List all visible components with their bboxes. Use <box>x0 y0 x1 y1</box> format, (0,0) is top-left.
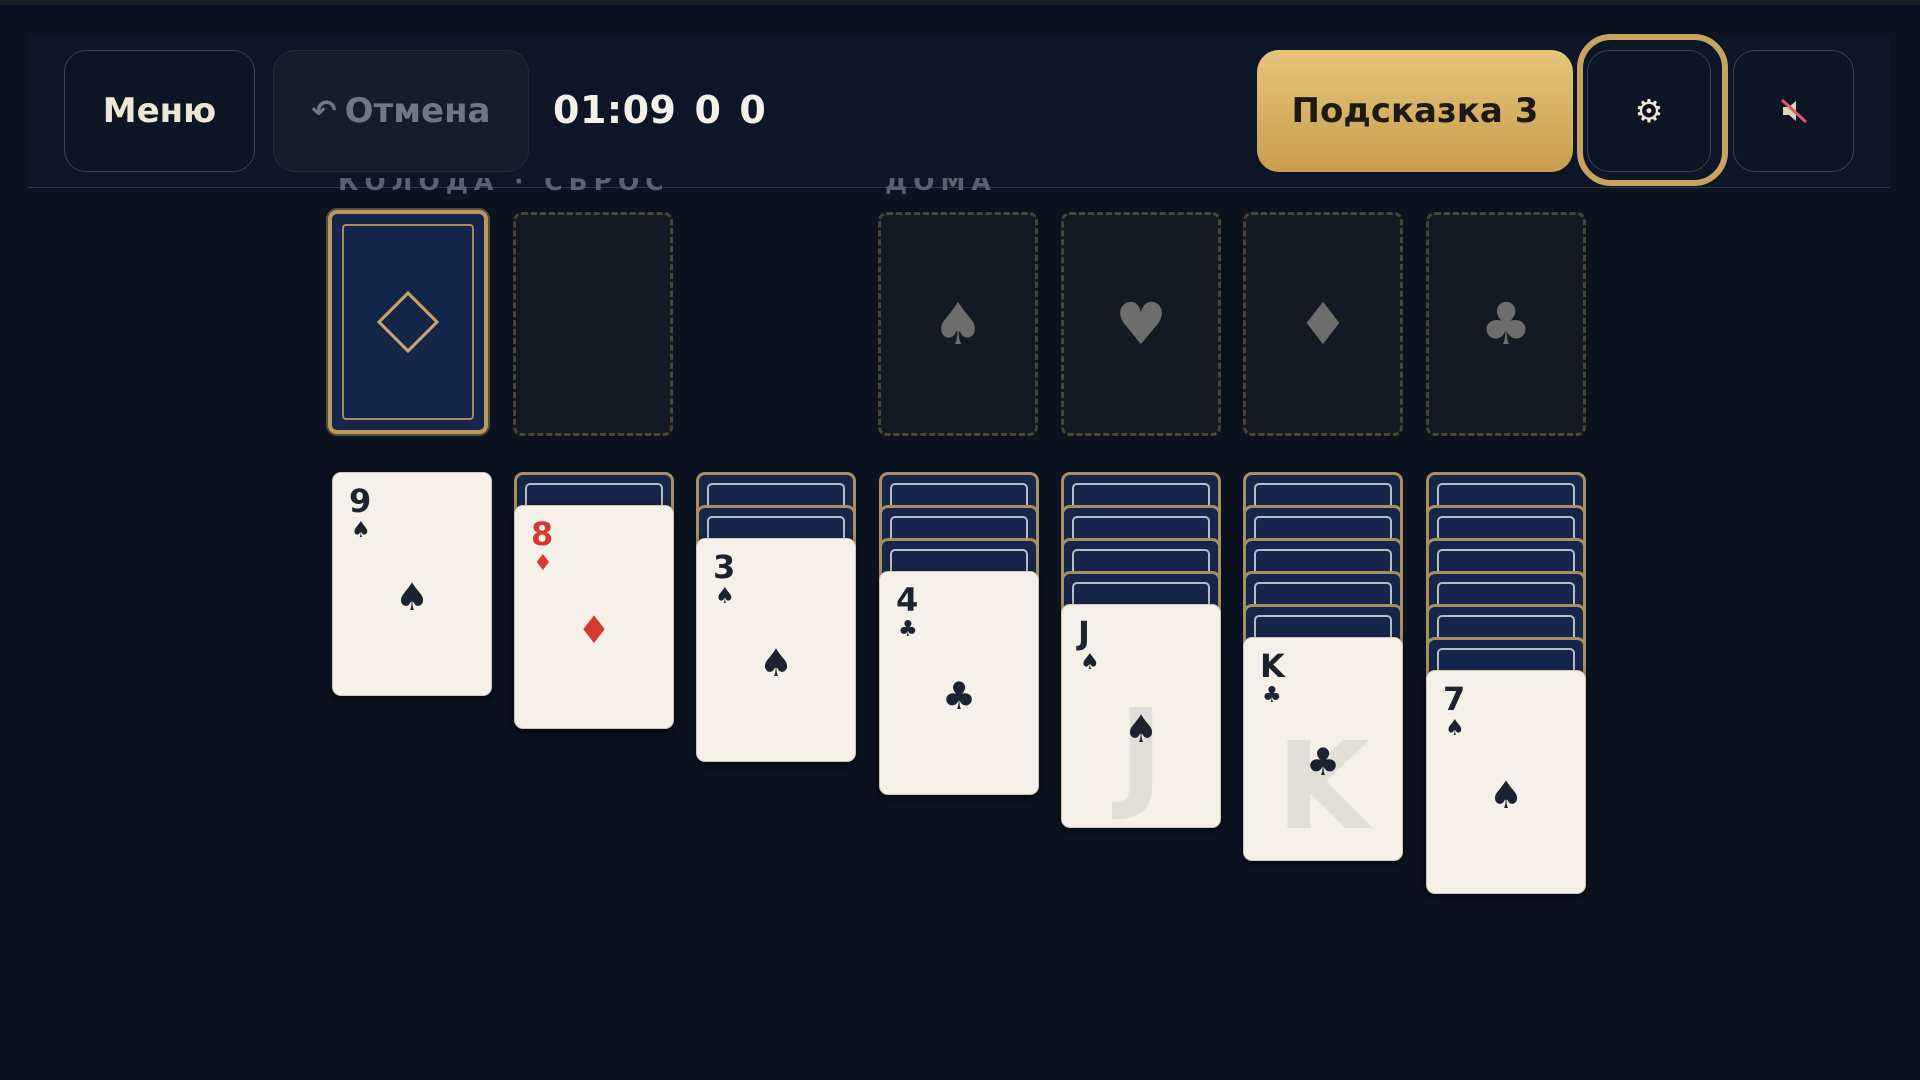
diamond-icon: ♦ <box>1297 290 1349 358</box>
club-icon: ♣ <box>1480 290 1532 358</box>
foundations-label: ДОМА <box>885 178 997 196</box>
card-suit-small-icon: ♠ <box>351 518 371 543</box>
card-suit-center-icon: ♣ <box>941 674 977 718</box>
card-suit-small-icon: ♦ <box>533 551 553 576</box>
settings-button[interactable]: ⚙ <box>1587 50 1711 172</box>
playing-card[interactable]: K K ♣ ♣ <box>1243 637 1403 861</box>
undo-icon: ↶ <box>311 93 337 129</box>
card-rank: 9 <box>349 482 372 520</box>
foundation-diamond[interactable]: ♦ <box>1243 212 1403 436</box>
card-suit-center-icon: ♣ <box>1305 740 1341 784</box>
card-suit-small-icon: ♠ <box>1080 650 1100 675</box>
playing-card[interactable]: 4 ♣ ♣ <box>879 571 1039 795</box>
menu-button-label: Меню <box>102 91 217 131</box>
card-rank: 3 <box>713 548 736 586</box>
card-suit-center-icon: ♦ <box>576 608 612 652</box>
card-suit-small-icon: ♠ <box>1445 716 1465 741</box>
foundation-heart[interactable]: ♥ <box>1061 212 1221 436</box>
playing-card[interactable]: 9 ♠ ♠ <box>332 472 492 696</box>
playing-card[interactable]: J J ♠ ♠ <box>1061 604 1221 828</box>
card-rank: K <box>1260 647 1285 685</box>
timer: 01:09 <box>553 88 677 132</box>
undo-button[interactable]: ↶ Отмена <box>273 50 529 172</box>
stock-pile[interactable] <box>328 210 488 434</box>
card-suit-center-icon: ♠ <box>1488 773 1524 817</box>
sound-toggle-button[interactable] <box>1733 50 1854 172</box>
card-suit-small-icon: ♠ <box>715 584 735 609</box>
menu-button[interactable]: Меню <box>64 50 255 172</box>
gear-icon: ⚙ <box>1634 92 1664 130</box>
card-suit-small-icon: ♣ <box>898 617 918 642</box>
hint-button[interactable]: Подсказка 3 <box>1257 50 1573 172</box>
window-top-edge <box>0 0 1920 5</box>
score-counter: 0 <box>739 88 767 132</box>
hint-button-label: Подсказка <box>1291 91 1503 131</box>
foundation-spade[interactable]: ♠ <box>878 212 1038 436</box>
heart-icon: ♥ <box>1115 290 1167 358</box>
game-status: 01:09 0 0 <box>553 88 784 132</box>
card-suit-small-icon: ♣ <box>1262 683 1282 708</box>
moves-counter: 0 <box>694 88 722 132</box>
playing-card[interactable]: 3 ♠ ♠ <box>696 538 856 762</box>
spade-icon: ♠ <box>932 290 984 358</box>
card-rank: 7 <box>1443 680 1466 718</box>
waste-pile-empty <box>513 212 673 436</box>
hint-count: 3 <box>1514 91 1539 131</box>
muted-speaker-icon <box>1780 98 1807 124</box>
card-rank: 4 <box>896 581 919 619</box>
card-suit-center-icon: ♠ <box>394 575 430 619</box>
card-suit-center-icon: ♠ <box>1123 707 1159 751</box>
undo-button-label: Отмена <box>344 91 491 131</box>
playing-card[interactable]: 8 ♦ ♦ <box>514 505 674 729</box>
card-suit-center-icon: ♠ <box>758 641 794 685</box>
card-rank: 8 <box>531 515 554 553</box>
stock-waste-label: КОЛОДА · СБРОС <box>338 178 670 196</box>
card-rank: J <box>1078 614 1090 652</box>
playing-card[interactable]: 7 ♠ ♠ <box>1426 670 1586 894</box>
foundation-club[interactable]: ♣ <box>1426 212 1586 436</box>
